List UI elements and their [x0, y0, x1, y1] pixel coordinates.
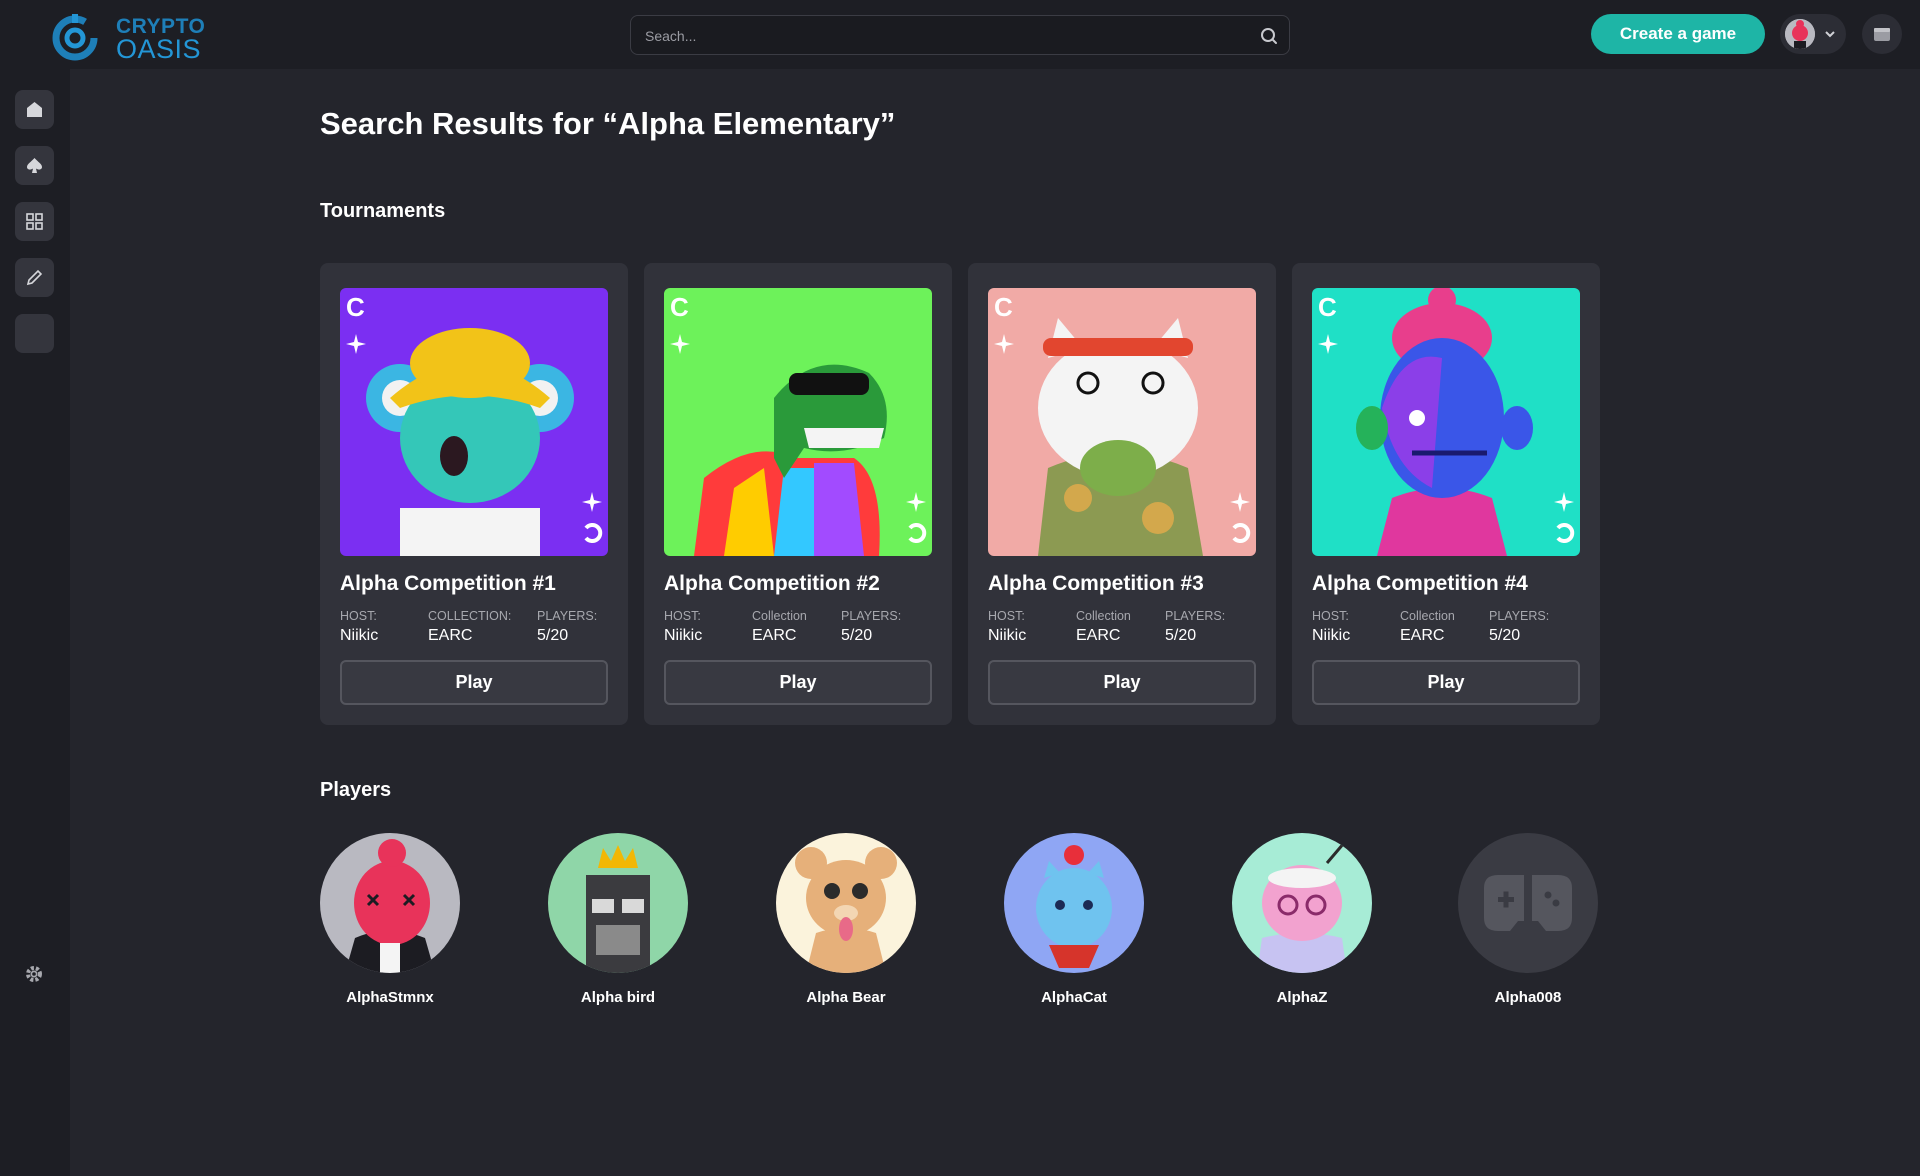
play-button[interactable]: Play	[664, 660, 932, 705]
play-button[interactable]: Play	[1312, 660, 1580, 705]
player-avatar	[1458, 833, 1598, 973]
home-icon	[27, 102, 42, 117]
wallet-icon	[1874, 28, 1890, 41]
sidebar-item-blank[interactable]	[15, 314, 54, 353]
player-name: AlphaCat	[1041, 989, 1107, 1006]
wallet-button[interactable]	[1862, 14, 1902, 54]
collection-value: EARC	[1400, 627, 1445, 644]
chevron-down-icon	[1825, 31, 1835, 38]
logo-text: CRYPTO OASIS	[116, 15, 205, 64]
play-button[interactable]: Play	[988, 660, 1256, 705]
play-button[interactable]: Play	[340, 660, 608, 705]
tournament-name: Alpha Competition #1	[340, 572, 556, 595]
grid-icon	[26, 213, 43, 230]
host-value: Niikic	[988, 627, 1027, 644]
tournament-image: C	[664, 288, 932, 556]
sidebar-item-games[interactable]	[15, 146, 54, 185]
tournament-image: C	[1312, 288, 1580, 556]
host-value: Niikic	[340, 627, 379, 644]
sidebar	[0, 69, 70, 1176]
player-name: AlphaStmnx	[346, 989, 434, 1006]
pencil-icon	[26, 269, 43, 286]
search-icon[interactable]	[1259, 26, 1279, 46]
sidebar-item-home[interactable]	[15, 90, 54, 129]
player-item[interactable]: AlphaZ	[1232, 833, 1372, 1013]
profile-menu[interactable]	[1780, 14, 1846, 54]
collection-value: EARC	[752, 627, 797, 644]
search-box	[630, 15, 1290, 55]
players-label: PLAYERS:	[841, 609, 902, 623]
page-title: Search Results for “Alpha Elementary”	[320, 106, 896, 141]
host-label: HOST:	[988, 609, 1025, 623]
search-input[interactable]	[645, 24, 1245, 48]
spade-icon	[27, 158, 42, 173]
player-name: Alpha008	[1494, 989, 1562, 1006]
player-avatar	[1004, 833, 1144, 973]
players-value: 5/20	[841, 627, 873, 644]
tournament-name: Alpha Competition #2	[664, 572, 880, 595]
player-item[interactable]: AlphaStmnx	[320, 833, 460, 1013]
player-avatar	[320, 833, 460, 973]
logo-line-2: OASIS	[116, 34, 202, 64]
host-value: Niikic	[1312, 627, 1351, 644]
players-value: 5/20	[1165, 627, 1197, 644]
player-item[interactable]: Alpha008	[1458, 833, 1598, 1013]
player-item[interactable]: AlphaCat	[1004, 833, 1144, 1013]
create-game-button[interactable]: Create a game	[1591, 14, 1765, 54]
player-item[interactable]: Alpha Bear	[776, 833, 916, 1013]
collection-label: Collection	[1400, 609, 1455, 623]
player-name: Alpha Bear	[806, 989, 886, 1006]
host-label: HOST:	[1312, 609, 1349, 623]
players-value: 5/20	[1489, 627, 1521, 644]
svg-text:C: C	[994, 292, 1013, 322]
logo-mark-icon	[52, 14, 98, 61]
host-label: HOST:	[340, 609, 377, 623]
collection-label: Collection	[752, 609, 807, 623]
players-label: PLAYERS:	[1165, 609, 1226, 623]
collection-label: COLLECTION:	[428, 609, 512, 623]
players-value: 5/20	[537, 627, 569, 644]
svg-text:C: C	[670, 292, 689, 322]
player-avatar	[776, 833, 916, 973]
player-avatar	[1232, 833, 1372, 973]
top-bar: CRYPTO OASIS Create a game	[0, 0, 1920, 69]
avatar	[1785, 19, 1815, 49]
tournament-card[interactable]: C Alpha Competition #2 HOST: Niikic Coll…	[644, 263, 952, 725]
tournament-card[interactable]: C Alpha Competition #1 HOST: Niikic COLL…	[320, 263, 628, 725]
host-label: HOST:	[664, 609, 701, 623]
tournament-image: C	[988, 288, 1256, 556]
players-label: PLAYERS:	[1489, 609, 1550, 623]
player-name: Alpha bird	[580, 989, 656, 1006]
crypto-oasis-logo[interactable]: CRYPTO OASIS	[52, 10, 212, 64]
collection-value: EARC	[1076, 627, 1121, 644]
players-heading: Players	[320, 779, 392, 801]
player-item[interactable]: Alpha bird	[548, 833, 688, 1013]
sidebar-item-dashboard[interactable]	[15, 202, 54, 241]
gear-icon[interactable]	[24, 964, 44, 984]
collection-label: Collection	[1076, 609, 1131, 623]
tournaments-heading: Tournaments	[320, 200, 446, 222]
player-avatar	[548, 833, 688, 973]
tournament-card[interactable]: C Alpha Competition #3 HOST: Niikic Coll…	[968, 263, 1276, 725]
player-name: AlphaZ	[1276, 989, 1328, 1006]
tournament-image: C	[340, 288, 608, 556]
tournament-name: Alpha Competition #3	[988, 572, 1204, 595]
collection-value: EARC	[428, 627, 473, 644]
tournament-name: Alpha Competition #4	[1312, 572, 1528, 595]
svg-text:C: C	[1318, 292, 1337, 322]
svg-text:C: C	[346, 292, 365, 322]
players-label: PLAYERS:	[537, 609, 598, 623]
host-value: Niikic	[664, 627, 703, 644]
tournament-card[interactable]: C Alpha Competition #4 HOST: Niikic Coll…	[1292, 263, 1600, 725]
sidebar-item-edit[interactable]	[15, 258, 54, 297]
